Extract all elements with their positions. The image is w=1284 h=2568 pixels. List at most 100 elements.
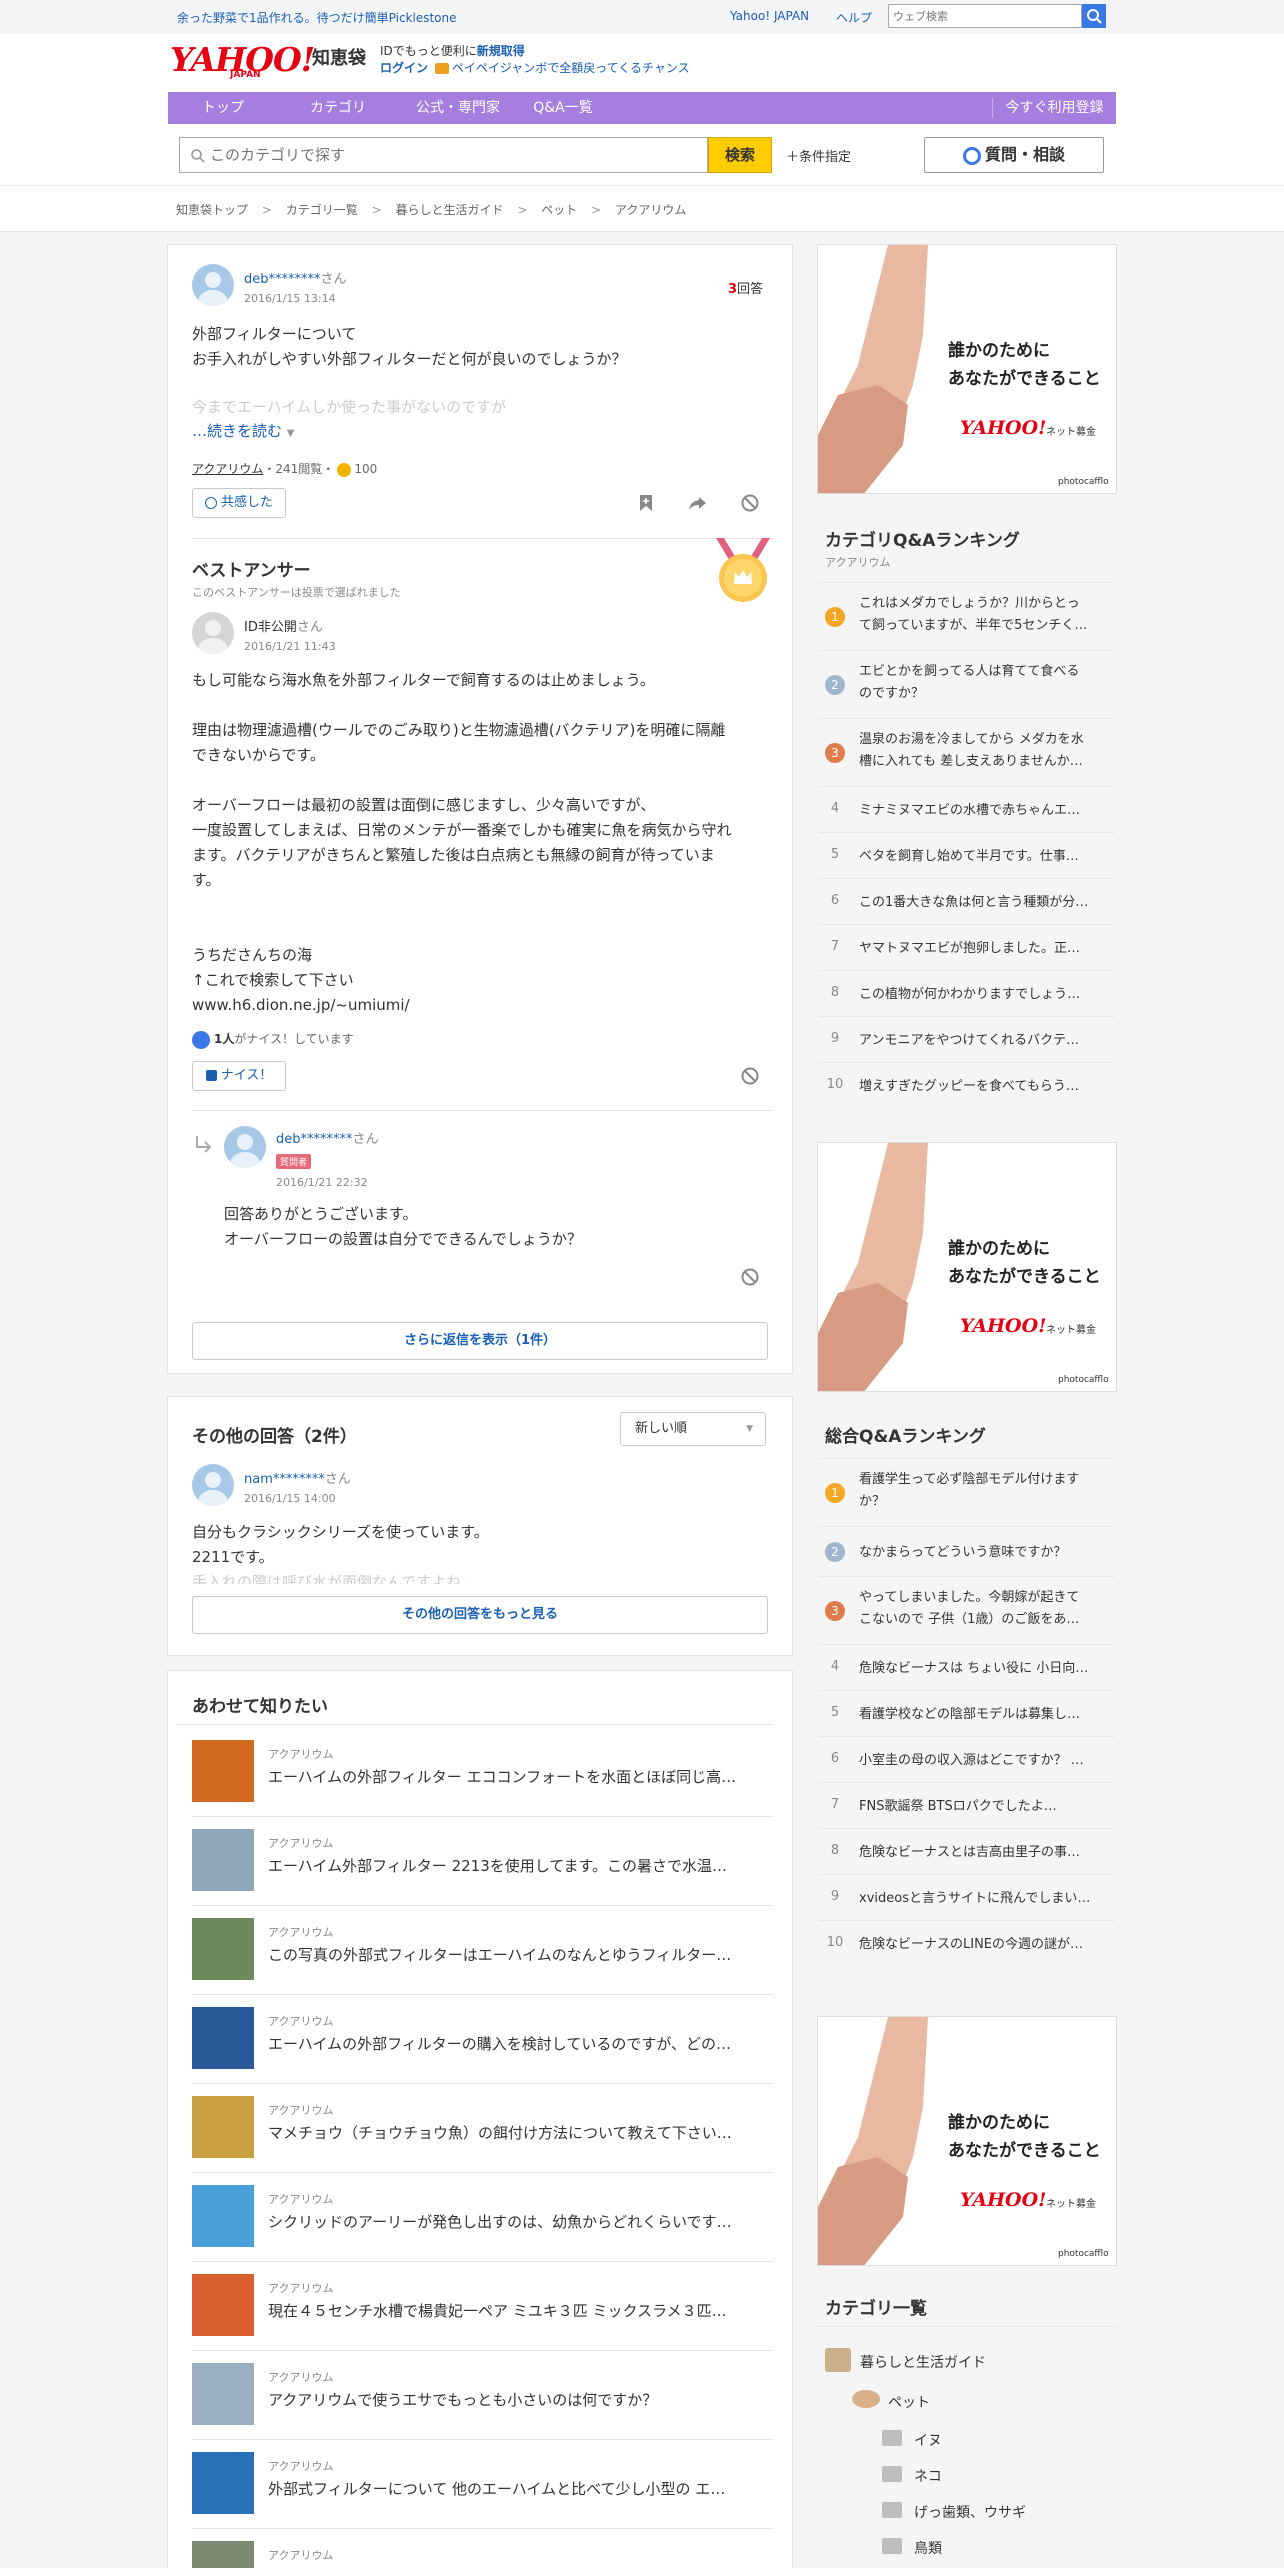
ranking-item[interactable]: 7 FNS歌謡祭 BTSロパクでしたよ…: [819, 1782, 1115, 1828]
block-icon[interactable]: [740, 493, 760, 513]
conditions-link[interactable]: ＋条件指定: [786, 146, 851, 165]
nice-button[interactable]: ナイス！: [192, 1061, 286, 1091]
crumb-pet[interactable]: ペット: [541, 203, 577, 217]
share-icon[interactable]: [688, 493, 708, 513]
related-title-text: この写真の外部式フィルターはエーハイムのなんとゆうフィルター…: [268, 1946, 732, 1964]
nice-label: ナイス！: [220, 1068, 273, 1083]
category-leaf-cat[interactable]: ネコ: [914, 2466, 942, 2486]
service-name[interactable]: 知恵袋: [312, 44, 366, 70]
ad-credit: photocafflo: [1058, 477, 1109, 487]
question-user[interactable]: deb********: [244, 272, 321, 287]
ask-button[interactable]: 質問・相談: [924, 137, 1104, 173]
ranking-item[interactable]: 5 ベタを飼育し始めて半月です。仕事…: [819, 832, 1115, 878]
empathy-button[interactable]: 共感した: [192, 488, 286, 518]
category-search-box[interactable]: [179, 137, 708, 173]
ranking-item[interactable]: 1 これはメダカでしょうか？川からとっ て飼っていますが、半年で5センチく…: [819, 582, 1115, 650]
related-title-text: エーハイムの外部フィルターの購入を検討しているのですが、どの…: [268, 2035, 732, 2053]
nice-count: 1人: [214, 1032, 235, 1046]
ranking-item[interactable]: 4 危険なビーナスは ちょい役に 小日向…: [819, 1644, 1115, 1690]
category-child[interactable]: ペット: [888, 2392, 930, 2412]
ranking-item[interactable]: 3 温泉のお湯を冷ましてから メダカを水 槽に入れても 差し支えありませんか…: [819, 718, 1115, 786]
search-button[interactable]: 検索: [708, 137, 772, 173]
more-answers-button[interactable]: その他の回答をもっと見る: [192, 1596, 768, 1634]
related-item[interactable]: アクアリウム エーハイムの外部フィルターの購入を検討しているのですが、どの…: [192, 2007, 766, 2079]
other-answer-line: 自分もクラシックシリーズを使っています。: [192, 1523, 489, 1541]
ranking-item[interactable]: 2 エビとかを飼ってる人は育てて食べる のですか？: [819, 650, 1115, 718]
login-link[interactable]: ログイン: [380, 61, 428, 75]
ranking-item[interactable]: 10 増えすぎたグッピーを食べてもらう…: [819, 1062, 1115, 1108]
nav-top[interactable]: トップ: [168, 92, 278, 124]
ranking-item[interactable]: 2 なかまらってどういう意味ですか？: [819, 1526, 1115, 1576]
nav-qa-list[interactable]: Q&A一覧: [518, 92, 608, 124]
related-category: アクアリウム: [268, 1748, 334, 1761]
nav-official[interactable]: 公式・専門家: [398, 92, 518, 124]
reply-date: 2016/1/21 22:32: [276, 1176, 368, 1189]
ranking-item[interactable]: 5 看護学校などの陰部モデルは募集し…: [819, 1690, 1115, 1736]
sort-select[interactable]: 新しい順 ▼: [620, 1412, 766, 1446]
related-item[interactable]: アクアリウム エーハイムの外部フィルター エココンフォートを水面とほぼ同じ高…: [192, 1740, 766, 1812]
ranking-item[interactable]: 10 危険なビーナスのLINEの今週の謎が…: [819, 1920, 1115, 1966]
block-icon[interactable]: [740, 1066, 760, 1086]
nav-register[interactable]: 今すぐ利用登録: [993, 92, 1116, 124]
avatar: [192, 612, 234, 654]
crumb-category-list[interactable]: カテゴリ一覧: [286, 203, 358, 217]
yahoo-japan-link[interactable]: Yahoo! JAPAN: [730, 9, 809, 23]
related-thumbnail: [192, 2096, 254, 2158]
ranking-item[interactable]: 6 この1番大きな魚は何と言う種類が分…: [819, 878, 1115, 924]
category-leaf-bird[interactable]: 鳥類: [914, 2538, 942, 2558]
web-search-button[interactable]: [1082, 4, 1106, 28]
promo-link[interactable]: 余った野菜で1品作れる。待つだけ簡単Picklestone: [177, 9, 457, 26]
ranking-item[interactable]: 8 この植物が何かわかりますでしょう…: [819, 970, 1115, 1016]
ad-banner[interactable]: 誰かのために あなたができること YAHOO! ネット募金 photocaffl…: [817, 2016, 1117, 2266]
ranking-item[interactable]: 9 xvideosと言うサイトに飛んでしまい…: [819, 1874, 1115, 1920]
related-item[interactable]: アクアリウム 現在４５センチ水槽で楊貴妃一ペア ミユキ３匹 ミックスラメ３匹…: [192, 2274, 766, 2346]
read-more-link[interactable]: …続きを読む ▼: [192, 420, 295, 441]
register-link[interactable]: 新規取得: [477, 44, 525, 58]
related-item[interactable]: アクアリウム この写真の外部式フィルターはエーハイムのなんとゆうフィルター…: [192, 1918, 766, 1990]
rank-badge: 1: [825, 1483, 845, 1503]
related-item[interactable]: アクアリウム エーハイム外部フィルター 2213を使用してます。この暑さで水温…: [192, 1829, 766, 1901]
avatar[interactable]: [192, 1464, 234, 1506]
paypay-link[interactable]: ペイペイジャンボで全額戻ってくるチャンス: [452, 61, 690, 75]
ranking-item[interactable]: 1 看護学生って必ず陰部モデル付けます か？: [819, 1458, 1115, 1526]
category-link[interactable]: アクアリウム: [192, 462, 263, 476]
ad-banner[interactable]: 誰かのために あなたができること YAHOO! ネット募金 photocaffl…: [817, 244, 1117, 494]
ad-credit: photocafflo: [1058, 2249, 1109, 2259]
ad-brand: YAHOO!: [960, 417, 1047, 439]
related-thumbnail: [192, 1829, 254, 1891]
ranking-item[interactable]: 8 危険なビーナスとは吉高由里子の事…: [819, 1828, 1115, 1874]
help-link[interactable]: ヘルプ: [836, 9, 872, 26]
nav-category[interactable]: カテゴリ: [278, 92, 398, 124]
crumb-aquarium[interactable]: アクアリウム: [615, 203, 686, 217]
category-root[interactable]: 暮らしと生活ガイド: [860, 2352, 986, 2372]
ranking-item[interactable]: 6 小室圭の母の収入源はどこですか？ …: [819, 1736, 1115, 1782]
related-item[interactable]: アクアリウム マメチョウ（チョウチョウ魚）の餌付け方法について教えて下さい…: [192, 2096, 766, 2168]
avatar[interactable]: [224, 1126, 266, 1168]
category-leaf-rodent[interactable]: げっ歯類、ウサギ: [914, 2502, 1026, 2522]
ad-brand-sub: ネット募金: [1046, 2199, 1096, 2210]
rank-number: 10: [826, 1935, 844, 1950]
answer-line: できないからです。: [192, 746, 326, 764]
category-search-input[interactable]: [210, 142, 700, 168]
ranking-item[interactable]: 7 ヤマトヌマエビが抱卵しました。正…: [819, 924, 1115, 970]
coin-amount: 100: [354, 462, 378, 476]
ranking-item[interactable]: 4 ミナミヌマエビの水槽で赤ちゃんエ…: [819, 786, 1115, 832]
crumb-top[interactable]: 知恵袋トップ: [176, 203, 248, 217]
related-item[interactable]: アクアリウム 外部式フィルターについて 他のエーハイムと比べて少し小型の エ…: [192, 2452, 766, 2524]
category-leaf-dog[interactable]: イヌ: [914, 2430, 942, 2450]
related-item[interactable]: アクアリウム シクリッドのアーリーが発色し出すのは、幼魚からどれくらいです…: [192, 2185, 766, 2257]
block-icon[interactable]: [740, 1267, 760, 1287]
related-item[interactable]: アクアリウム アクアリウムで使うエサでもっとも小さいのは何ですか？: [192, 2363, 766, 2435]
ranking-item[interactable]: 9 アンモニアをやつけてくれるバクテ…: [819, 1016, 1115, 1062]
ad-banner[interactable]: 誰かのために あなたができること YAHOO! ネット募金 photocaffl…: [817, 1142, 1117, 1392]
ranking-item[interactable]: 3 やってしまいました。今朝嫁が起きて こないので 子供（1歳）のご飯をあ…: [819, 1576, 1115, 1644]
other-answer-user[interactable]: nam********: [244, 1472, 325, 1487]
more-replies-button[interactable]: さらに返信を表示（1件）: [192, 1322, 768, 1360]
avatar[interactable]: [192, 264, 234, 306]
web-search-input[interactable]: [888, 4, 1082, 28]
bookmark-icon[interactable]: [636, 493, 656, 513]
rank-badge: 3: [825, 743, 845, 763]
related-item[interactable]: アクアリウム: [192, 2541, 766, 2568]
reply-user[interactable]: deb********: [276, 1132, 353, 1147]
crumb-life[interactable]: 暮らしと生活ガイド: [395, 203, 503, 217]
